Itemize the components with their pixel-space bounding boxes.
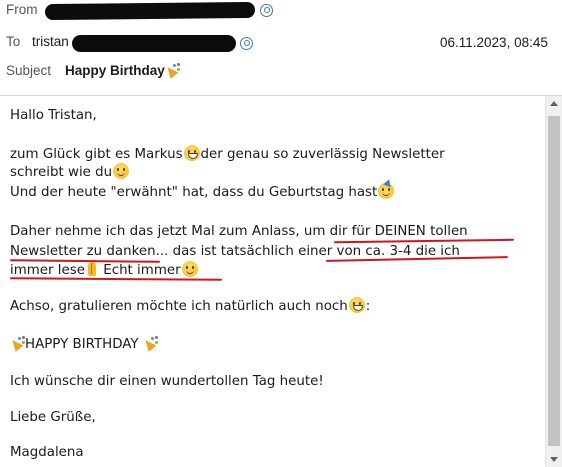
closing-line: Liebe Grüße,	[10, 410, 96, 425]
to-row: To tristan	[6, 34, 69, 49]
recipient-address[interactable]: tristan	[32, 34, 69, 49]
redacted-recipient	[72, 35, 236, 52]
grinning-face-icon	[348, 297, 365, 313]
slightly-smiling-face-icon	[181, 261, 198, 277]
body-text: Daher nehme ich das jetzt Mal zum Anlass…	[10, 224, 304, 239]
from-label: From	[6, 2, 38, 17]
from-row: From	[6, 2, 46, 17]
greeting-line: Hallo Tristan,	[10, 108, 97, 123]
signature-line: Magdalena	[10, 445, 84, 460]
body-text: der genau so zuverlässig Newsletter	[200, 147, 445, 162]
subject-label: Subject	[6, 63, 52, 78]
scrollbar-thumb[interactable]	[548, 116, 560, 446]
body-line: Ich wünsche dir einen wundertollen Tag h…	[10, 374, 324, 389]
message-date: 06.11.2023, 08:45	[440, 35, 548, 50]
underlined-text: Newsletter zu danken	[10, 244, 156, 259]
party-popper-icon	[10, 336, 25, 350]
body-text: Und der heute "erwähnt" hat, dass du Geb…	[10, 185, 378, 200]
body-line: Und der heute "erwähnt" hat, dass du Geb…	[10, 177, 395, 203]
message-header: From To tristan 06.11.2023, 08:45 Subject…	[0, 0, 562, 96]
body-text: schreibt wie du	[10, 165, 113, 180]
party-popper-icon	[143, 336, 158, 350]
body-line: schreibt wie du	[10, 163, 130, 183]
partying-face-icon	[378, 177, 395, 199]
smiling-face-icon	[113, 163, 130, 179]
underlined-text: um dir für DEINEN tollen	[303, 224, 468, 239]
underlined-text: immer lese	[10, 263, 85, 278]
folded-hands-icon	[85, 261, 99, 277]
contact-icon[interactable]	[260, 4, 273, 17]
body-text: zum Glück gibt es Markus	[10, 147, 183, 162]
body-text: ... das ist tatsächlich	[155, 244, 299, 259]
body-line: zum Glück gibt es Markus der genau so zuv…	[10, 145, 445, 165]
party-popper-icon	[165, 63, 180, 77]
body-text: :	[365, 299, 371, 314]
subject-row: Subject Happy Birthday	[6, 63, 180, 78]
to-label: To	[6, 34, 21, 49]
body-line: Achso, gratulieren möchte ich natürlich …	[10, 297, 370, 317]
scroll-down-arrow-icon[interactable]	[550, 457, 558, 462]
grinning-face-icon	[183, 145, 200, 161]
body-line: Daher nehme ich das jetzt Mal zum Anlass…	[10, 222, 468, 242]
contact-icon[interactable]	[240, 37, 253, 50]
vertical-scrollbar[interactable]	[545, 96, 562, 467]
happy-birthday-text: HAPPY BIRTHDAY	[25, 337, 139, 352]
body-text: Achso, gratulieren möchte ich natürlich …	[10, 299, 348, 314]
scroll-up-arrow-icon[interactable]	[550, 101, 558, 106]
redacted-sender	[44, 1, 256, 21]
message-body: Hallo Tristan, zum Glück gibt es Markus d…	[9, 96, 540, 467]
subject-text: Happy Birthday	[65, 63, 165, 78]
body-line: HAPPY BIRTHDAY	[10, 335, 158, 355]
body-text: Echt immer	[98, 263, 181, 278]
